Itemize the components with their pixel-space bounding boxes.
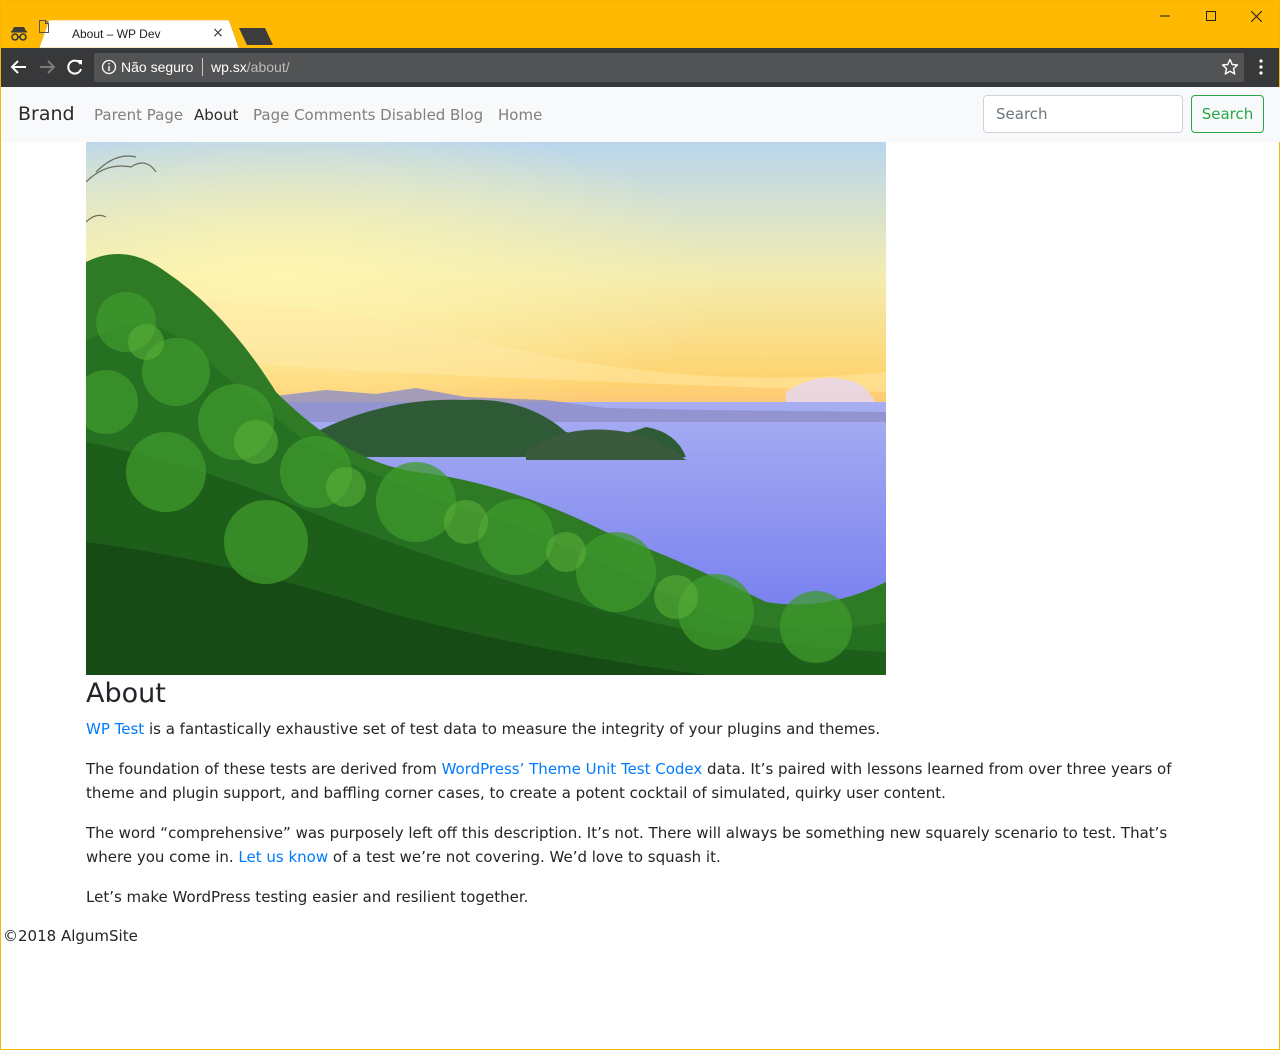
- url-host: wp.sx: [211, 59, 247, 75]
- document-icon: [39, 20, 49, 33]
- close-icon: [1250, 10, 1262, 22]
- page-content: About WP Test is a fantastically exhaust…: [86, 677, 1196, 925]
- browser-window: About – WP Dev × Não seguro wp.sx/about/…: [0, 0, 1280, 1050]
- search-button[interactable]: Search: [1191, 95, 1264, 133]
- reload-icon[interactable]: [65, 57, 85, 77]
- minimize-button[interactable]: [1142, 1, 1188, 31]
- nav-item-home[interactable]: Home: [498, 106, 542, 124]
- site-navbar: Brand Parent Page About Page Comments Di…: [2, 87, 1280, 142]
- maximize-icon: [1206, 11, 1216, 21]
- url-separator: [202, 58, 203, 76]
- minimize-icon: [1160, 15, 1170, 17]
- hero-image: [86, 142, 886, 675]
- paragraph-intro-text: is a fantastically exhaustive set of tes…: [144, 720, 881, 738]
- navbar-brand[interactable]: Brand: [18, 103, 75, 125]
- browser-tab-active[interactable]: About – WP Dev ×: [39, 20, 239, 48]
- nav-item-blog[interactable]: Blog: [450, 106, 483, 124]
- site-footer: ©2018 AlgumSite: [3, 927, 138, 945]
- browser-titlebar: About – WP Dev ×: [1, 1, 1279, 48]
- tab-close-icon[interactable]: ×: [211, 26, 225, 40]
- theme-unit-test-link[interactable]: WordPress’ Theme Unit Test Codex: [442, 760, 703, 778]
- tab-title: About – WP Dev: [72, 27, 161, 41]
- url-path: /about/: [246, 59, 290, 75]
- back-icon[interactable]: [9, 57, 29, 77]
- paragraph-foundation: The foundation of these tests are derive…: [86, 757, 1196, 805]
- paragraph-comprehensive: The word “comprehensive” was purposely l…: [86, 821, 1196, 869]
- close-window-button[interactable]: [1233, 1, 1279, 31]
- maximize-button[interactable]: [1188, 1, 1234, 31]
- paragraph-closing: Let’s make WordPress testing easier and …: [86, 888, 529, 906]
- nav-item-about[interactable]: About: [194, 106, 238, 124]
- paragraph-intro: WP Test is a fantastically exhaustive se…: [86, 717, 1196, 741]
- page-title: About: [86, 678, 166, 709]
- incognito-icon: [11, 27, 27, 41]
- let-us-know-link[interactable]: Let us know: [238, 848, 328, 866]
- url-text[interactable]: wp.sx/about/: [211, 59, 290, 75]
- nav-item-parent-page[interactable]: Parent Page: [94, 106, 183, 124]
- info-icon[interactable]: [101, 59, 117, 75]
- paragraph-comprehensive-rest: of a test we’re not covering. We’d love …: [328, 848, 721, 866]
- bookmark-star-icon[interactable]: [1221, 58, 1239, 76]
- browser-menu-icon[interactable]: [1255, 58, 1267, 76]
- security-label[interactable]: Não seguro: [121, 59, 193, 75]
- wp-test-link[interactable]: WP Test: [86, 720, 144, 738]
- paragraph-foundation-start: The foundation of these tests are derive…: [86, 760, 442, 778]
- nav-item-page-comments-disabled[interactable]: Page Comments Disabled: [253, 106, 445, 124]
- forward-icon[interactable]: [37, 57, 57, 77]
- new-tab-button[interactable]: [239, 28, 273, 45]
- search-input[interactable]: [983, 95, 1183, 133]
